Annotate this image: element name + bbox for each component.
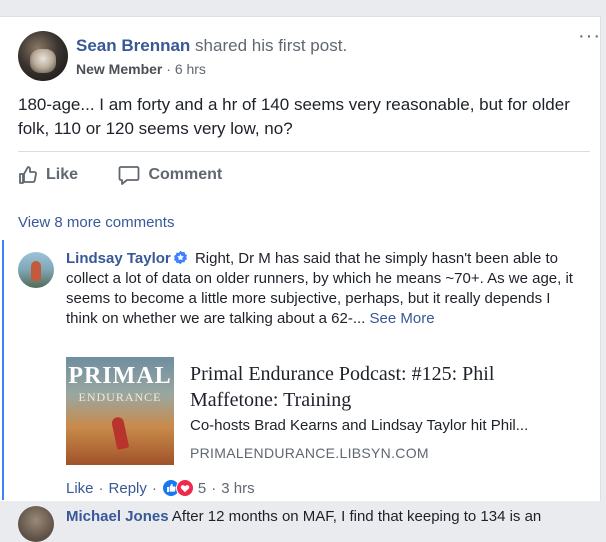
comment-text-block: Michael Jones After 12 months on MAF, I … <box>66 507 586 527</box>
separator: · <box>98 479 104 497</box>
see-more-link[interactable]: See More <box>370 310 435 327</box>
comment-like-link[interactable]: Like <box>66 480 94 497</box>
comment-actions: Like · Reply · 5 · 3 hrs <box>66 479 255 497</box>
reactions-summary[interactable] <box>161 479 194 497</box>
post-card: Sean Brennan shared his first post. New … <box>0 16 601 542</box>
comment-highlight-bar <box>2 240 4 500</box>
post-actions: Like Comment <box>18 165 258 187</box>
comment-timestamp[interactable]: 3 hrs <box>221 480 254 497</box>
actions-divider <box>18 151 590 152</box>
post-action-text: shared his first post. <box>195 36 348 55</box>
love-reaction-icon <box>175 479 194 497</box>
comments-section: View 8 more comments Lindsay Taylor Righ… <box>0 200 600 542</box>
post-text: 180-age... I am forty and a hr of 140 se… <box>18 95 570 138</box>
post-header: Sean Brennan shared his first post. <box>76 36 347 56</box>
commenter-name-link[interactable]: Michael Jones <box>66 508 169 525</box>
like-label: Like <box>46 166 79 183</box>
comment-button[interactable]: Comment <box>118 165 222 185</box>
commenter-avatar[interactable] <box>18 506 54 542</box>
comment-reply-link[interactable]: Reply <box>109 480 147 497</box>
post-meta: New Member · 6 hrs <box>76 61 206 77</box>
separator: · <box>211 479 217 497</box>
commenter-name-link[interactable]: Lindsay Taylor <box>66 250 171 267</box>
thumbnail-title: PRIMAL <box>68 363 172 389</box>
comment-label: Comment <box>148 166 223 183</box>
separator: · <box>151 479 157 497</box>
like-button[interactable]: Like <box>18 165 78 185</box>
post-timestamp[interactable]: 6 hrs <box>175 61 206 77</box>
meta-separator: · <box>166 61 171 77</box>
author-avatar[interactable] <box>18 31 68 81</box>
runner-figure <box>110 416 130 450</box>
link-description: Co-hosts Brad Kearns and Lindsay Taylor … <box>190 417 529 434</box>
comment-text: After 12 months on MAF, I find that keep… <box>171 508 542 525</box>
link-preview-card[interactable]: PRIMAL ENDURANCE Primal Endurance Podcas… <box>66 357 576 483</box>
commenter-avatar[interactable] <box>18 252 54 288</box>
link-title[interactable]: Primal Endurance Podcast: #125: Phil Maf… <box>190 361 570 413</box>
comment-text-block: Lindsay Taylor Right, Dr M has said that… <box>66 249 586 329</box>
comment-bubble-icon <box>119 166 140 185</box>
podcast-thumbnail[interactable]: PRIMAL ENDURANCE <box>66 357 174 465</box>
member-badge[interactable]: New Member <box>76 61 162 77</box>
link-domain: PRIMALENDURANCE.LIBSYN.COM <box>190 445 429 461</box>
view-more-comments-link[interactable]: View 8 more comments <box>18 214 174 231</box>
verified-badge-icon <box>173 250 187 265</box>
thumbs-up-icon <box>19 166 37 184</box>
more-options-icon[interactable]: ··· <box>578 25 601 48</box>
reaction-count[interactable]: 5 <box>198 480 206 497</box>
author-name-link[interactable]: Sean Brennan <box>76 36 190 55</box>
thumbnail-subtitle: ENDURANCE <box>78 390 162 404</box>
